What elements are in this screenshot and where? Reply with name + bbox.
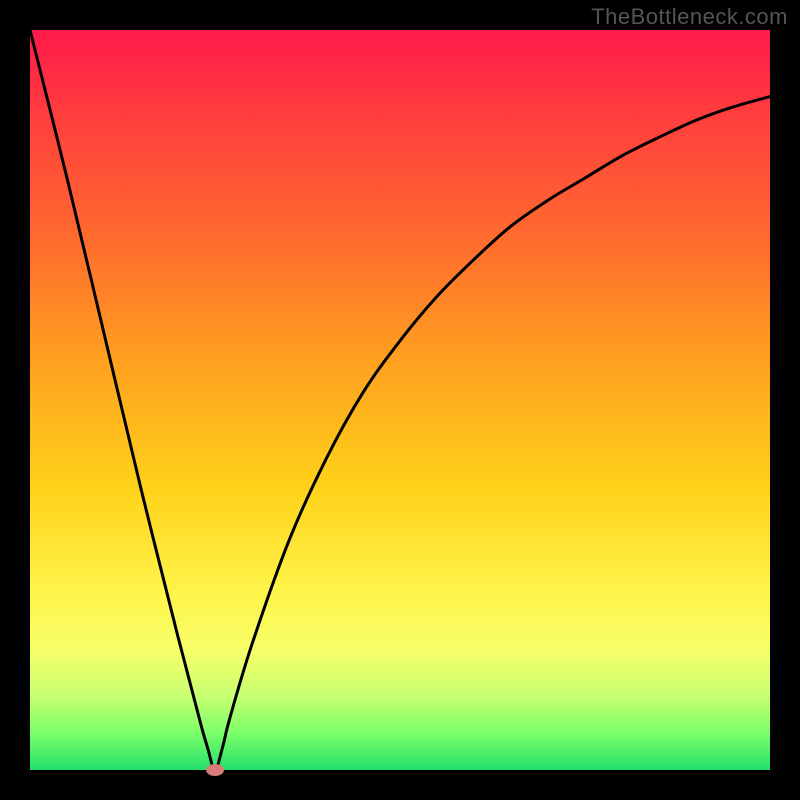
curve-svg [30,30,770,770]
minimum-marker-dot [206,764,224,776]
chart-frame: TheBottleneck.com [0,0,800,800]
bottleneck-curve-path [30,30,770,770]
plot-area [30,30,770,770]
watermark-text: TheBottleneck.com [591,4,788,30]
